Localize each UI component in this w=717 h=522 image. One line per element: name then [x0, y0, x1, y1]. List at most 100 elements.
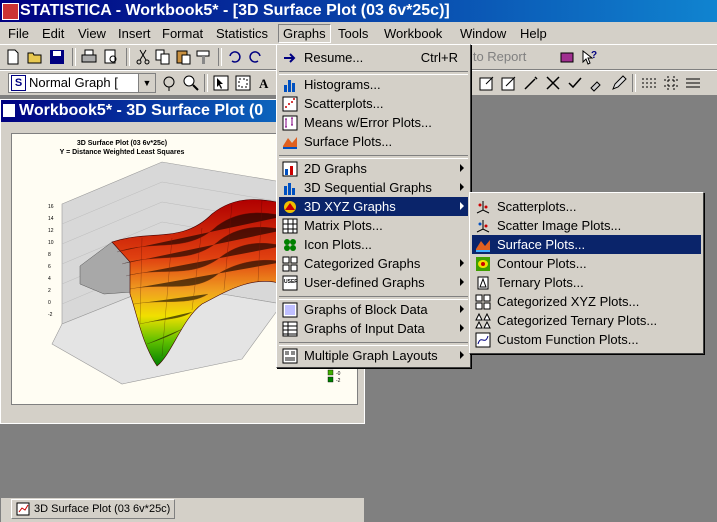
format-painter-icon[interactable] — [194, 48, 212, 66]
svg-text:USER: USER — [284, 279, 298, 285]
menu-item-histograms[interactable]: Histograms... — [279, 75, 468, 94]
open-icon[interactable] — [26, 48, 44, 66]
menu-item-user-defined[interactable]: USER User-defined Graphs — [279, 273, 468, 292]
menu-item-3d-xyz[interactable]: 3D XYZ Graphs — [279, 197, 468, 216]
menu-insert[interactable]: Insert — [114, 25, 155, 42]
chevron-down-icon[interactable]: ▼ — [138, 74, 155, 92]
submenu-arrow-icon — [460, 278, 464, 286]
box-select-icon[interactable] — [234, 74, 252, 92]
submenu-item-categorized-ternary[interactable]: Categorized Ternary Plots... — [472, 311, 701, 330]
3d-sequential-icon — [284, 183, 295, 195]
workbook-icon — [3, 104, 15, 117]
submenu-item-surface-plots[interactable]: Surface Plots... — [472, 235, 701, 254]
z-tick-16: 16 — [48, 204, 54, 210]
menu-item-categorized-graphs[interactable]: Categorized Graphs — [279, 254, 468, 273]
menu-help[interactable]: Help — [516, 25, 551, 42]
text-tool-icon[interactable]: A — [256, 74, 274, 92]
menu-view[interactable]: View — [74, 25, 110, 42]
edit-plot-icon[interactable] — [500, 74, 518, 92]
z-tick-neg2: -2 — [48, 312, 53, 318]
menu-item-matrix-plots[interactable]: Matrix Plots... — [279, 216, 468, 235]
graph-style-combo[interactable]: S Normal Graph [ ▼ — [8, 73, 156, 93]
z-tick-8: 8 — [48, 252, 51, 258]
submenu-item-scatterplots[interactable]: Scatterplots... — [472, 197, 701, 216]
menu-item-2d-graphs[interactable]: 2D Graphs — [279, 159, 468, 178]
new-icon[interactable] — [4, 48, 22, 66]
style-tool-icon[interactable] — [160, 74, 178, 92]
copy-icon[interactable] — [154, 48, 172, 66]
books-icon[interactable] — [558, 48, 576, 66]
menu-item-scatterplots[interactable]: Scatterplots... — [279, 94, 468, 113]
submenu-item-scatter-image[interactable]: Scatter Image Plots... — [472, 216, 701, 235]
3d-xyz-icon — [284, 201, 296, 213]
toolbar-separator — [72, 48, 76, 66]
histogram-icon — [284, 80, 295, 92]
matrix-icon — [282, 218, 298, 234]
submenu-item-custom-function[interactable]: Custom Function Plots... — [472, 330, 701, 349]
select-tool-icon[interactable] — [212, 74, 230, 92]
menu-item-resume[interactable]: Resume... Ctrl+R — [279, 48, 468, 67]
menu-item-label: User-defined Graphs — [304, 275, 425, 290]
tab-3d-surface-plot[interactable]: 3D Surface Plot (03 6v*25c) — [11, 499, 175, 519]
style-s-icon: S — [11, 75, 26, 91]
menu-item-label: Resume... — [304, 50, 364, 65]
menu-item-block-data[interactable]: Graphs of Block Data — [279, 300, 468, 319]
save-icon[interactable] — [48, 48, 66, 66]
redo-icon[interactable] — [246, 48, 264, 66]
menu-item-surface-plots[interactable]: Surface Plots... — [279, 132, 468, 151]
edit-graph-icon[interactable] — [478, 74, 496, 92]
svg-text:?: ? — [591, 50, 597, 61]
menu-window[interactable]: Window — [456, 25, 510, 42]
menu-item-label: 3D Sequential Graphs — [304, 180, 432, 195]
app-title-bar: STATISTICA - Workbook5* - [3D Surface Pl… — [0, 0, 717, 22]
submenu-item-ternary-plots[interactable]: Ternary Plots... — [472, 273, 701, 292]
lines-icon[interactable] — [684, 74, 702, 92]
menu-item-label: Multiple Graph Layouts — [304, 348, 438, 363]
menu-bar: File Edit View Insert Format Statistics … — [0, 22, 717, 44]
cross-brush-icon[interactable] — [544, 74, 562, 92]
help-pointer-icon[interactable]: ? — [580, 48, 598, 66]
undo-icon[interactable] — [226, 48, 244, 66]
surface-icon — [283, 137, 297, 149]
menu-item-label: Surface Plots... — [304, 134, 393, 149]
marker-tool-icon[interactable] — [588, 74, 606, 92]
print-icon[interactable] — [80, 48, 98, 66]
multiple-layouts-icon — [282, 348, 298, 364]
print-preview-icon[interactable] — [102, 48, 120, 66]
3d-scatter-icon — [476, 201, 490, 214]
graphs-menu: Resume... Ctrl+R Histograms... Scatterpl… — [276, 44, 471, 368]
legend-swatch — [327, 369, 334, 376]
3d-surface-icon — [476, 240, 490, 252]
paste-icon[interactable] — [174, 48, 192, 66]
menu-workbook[interactable]: Workbook — [380, 25, 446, 42]
z-tick-12: 12 — [48, 228, 54, 234]
submenu-item-categorized-xyz[interactable]: Categorized XYZ Plots... — [472, 292, 701, 311]
z-tick-14: 14 — [48, 216, 54, 222]
menu-item-means-error[interactable]: Means w/Error Plots... — [279, 113, 468, 132]
menu-item-label: Scatterplots... — [304, 96, 384, 111]
menu-item-3d-sequential[interactable]: 3D Sequential Graphs — [279, 178, 468, 197]
submenu-item-contour-plots[interactable]: Contour Plots... — [472, 254, 701, 273]
menu-item-label: Contour Plots... — [497, 256, 587, 271]
app-title: STATISTICA - Workbook5* - [3D Surface Pl… — [20, 2, 450, 19]
workbook-title: Workbook5* - 3D Surface Plot (0 — [19, 102, 264, 119]
menu-statistics[interactable]: Statistics — [212, 25, 272, 42]
grid-lines-icon[interactable] — [640, 74, 658, 92]
menu-item-icon-plots[interactable]: Icon Plots... — [279, 235, 468, 254]
menu-graphs[interactable]: Graphs — [278, 24, 331, 43]
cut-icon[interactable] — [134, 48, 152, 66]
check-tool-icon[interactable] — [566, 74, 584, 92]
menu-item-label: Means w/Error Plots... — [304, 115, 432, 130]
menu-file[interactable]: File — [4, 25, 33, 42]
ruler-icon[interactable] — [662, 74, 680, 92]
add-to-report-button[interactable]: d to Report — [462, 49, 526, 64]
menu-item-multiple-layouts[interactable]: Multiple Graph Layouts — [279, 346, 468, 365]
brush-icon[interactable] — [522, 74, 540, 92]
zoom-icon[interactable] — [182, 74, 200, 92]
menu-edit[interactable]: Edit — [38, 25, 68, 42]
pen-tool-icon[interactable] — [610, 74, 628, 92]
menu-format[interactable]: Format — [158, 25, 207, 42]
menu-item-input-data[interactable]: Graphs of Input Data — [279, 319, 468, 338]
menu-item-label: Categorized XYZ Plots... — [497, 294, 640, 309]
menu-tools[interactable]: Tools — [334, 25, 372, 42]
